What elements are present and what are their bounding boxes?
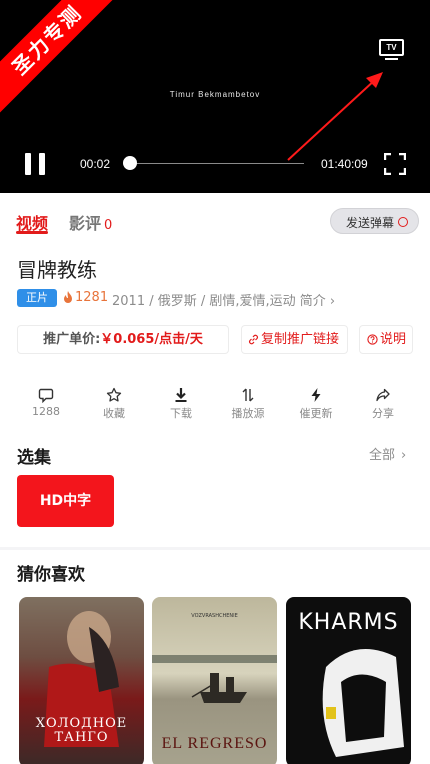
link-icon — [249, 334, 258, 345]
comment-icon — [38, 388, 54, 403]
current-time: 00:02 — [80, 157, 111, 171]
tv-icon: TV — [379, 39, 404, 56]
poster-title: ХОЛОДНОЕ ТАНГО — [35, 716, 128, 745]
progress-bar[interactable] — [123, 156, 304, 170]
danmaku-toggle-icon — [398, 217, 408, 227]
star-icon — [106, 387, 122, 402]
recommend-title: 猜你喜欢 — [17, 565, 85, 585]
movie-title: 冒牌教练 — [17, 258, 97, 282]
tab-review[interactable]: 影评 0 — [69, 210, 112, 234]
heat-count: 1281 — [75, 290, 109, 305]
play-source-button[interactable]: 播放源 — [218, 387, 278, 427]
recommend-poster[interactable]: KHARMS — [286, 597, 411, 764]
promo-price-label: 推广单价: — [43, 332, 101, 347]
video-player[interactable]: 圣力专测 Timur Bekmambetov TV 00:02 01:40:09 — [0, 0, 430, 193]
fullscreen-icon[interactable] — [384, 153, 406, 175]
share-icon — [376, 388, 390, 402]
pause-icon — [25, 153, 31, 175]
all-episodes-label: 全部 — [369, 448, 396, 463]
send-danmaku-label: 发送弹幕 — [346, 216, 395, 230]
copy-promo-link-label: 复制推广链接 — [261, 332, 340, 347]
action-bar: 1288 收藏 下载 播放源 催更新 分享 — [0, 387, 430, 427]
switch-source-icon — [242, 388, 254, 402]
urge-update-label: 催更新 — [299, 407, 333, 420]
episodes-title: 选集 — [17, 448, 51, 468]
pause-button[interactable] — [24, 153, 46, 175]
review-count: 0 — [104, 218, 113, 233]
explain-button[interactable]: 说明 — [359, 325, 413, 354]
download-button[interactable]: 下载 — [151, 387, 211, 427]
flame-icon — [64, 291, 72, 303]
favorite-label: 收藏 — [103, 407, 125, 420]
share-label: 分享 — [372, 407, 394, 420]
poster-title: EL REGRESO — [161, 735, 268, 752]
poster-title: KHARMS — [298, 610, 399, 635]
send-danmaku-button[interactable]: 发送弹幕 — [330, 208, 419, 234]
recommend-poster[interactable]: VOZVRASHCHENIE EL REGRESO — [152, 597, 277, 764]
question-icon — [367, 334, 378, 345]
content-tabs: 视频 影评 0 发送弹幕 — [0, 193, 430, 240]
movie-meta: 正片 1281 2011 / 俄罗斯 / 剧情,爱情,运动 简介 › — [17, 289, 417, 309]
tab-indicator — [16, 231, 48, 234]
lightning-icon — [311, 388, 321, 402]
tab-review-label: 影评 — [69, 214, 102, 233]
share-button[interactable]: 分享 — [353, 387, 413, 427]
promo-price: 推广单价:￥0.065/点击/天 — [17, 325, 229, 354]
download-icon — [175, 388, 187, 402]
play-source-label: 播放源 — [231, 407, 265, 420]
chevron-right-icon: › — [401, 448, 407, 463]
comment-button[interactable]: 1288 — [16, 387, 76, 427]
tv-cast-button[interactable]: TV — [379, 39, 404, 61]
movie-info[interactable]: 2011 / 俄罗斯 / 剧情,爱情,运动 简介 › — [112, 290, 335, 309]
download-label: 下载 — [170, 407, 192, 420]
status-badge: 正片 — [17, 289, 57, 307]
promo-price-value: ￥0.065/点击/天 — [100, 332, 203, 347]
episode-item[interactable]: HD中字 — [17, 475, 114, 527]
all-episodes-link[interactable]: 全部 › — [369, 444, 406, 463]
explain-label: 说明 — [380, 332, 407, 347]
recommend-poster[interactable]: ХОЛОДНОЕ ТАНГО — [19, 597, 144, 764]
copy-promo-link-button[interactable]: 复制推广链接 — [241, 325, 348, 354]
favorite-button[interactable]: 收藏 — [84, 387, 144, 427]
comment-count: 1288 — [32, 405, 60, 418]
section-divider — [0, 547, 430, 550]
urge-update-button[interactable]: 催更新 — [286, 387, 346, 427]
total-time: 01:40:09 — [321, 157, 368, 171]
